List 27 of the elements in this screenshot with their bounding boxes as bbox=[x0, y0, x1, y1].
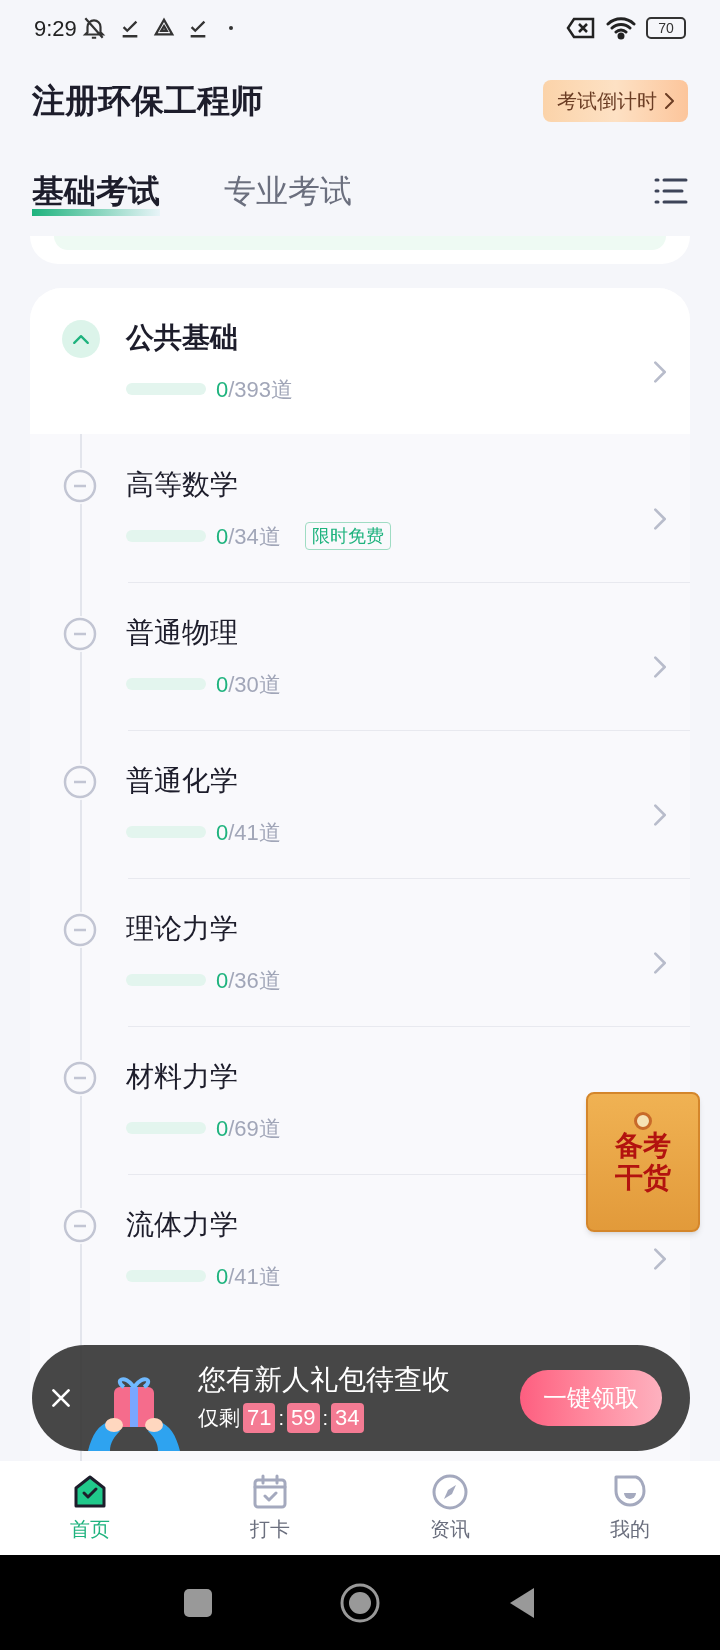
question-count: 0/36道 bbox=[216, 966, 281, 995]
question-count: 0/41道 bbox=[216, 818, 281, 847]
promo-title: 您有新人礼包待查收 bbox=[198, 1363, 451, 1398]
countdown-digit: 34 bbox=[331, 1403, 364, 1433]
envelope-label: 备考 bbox=[615, 1130, 671, 1162]
free-tag: 限时免费 bbox=[304, 522, 391, 550]
subject-title: 理论力学 bbox=[126, 911, 239, 946]
subject-title: 材料力学 bbox=[126, 1059, 239, 1094]
question-count: 0/34道 bbox=[216, 522, 281, 551]
subject-title: 流体力学 bbox=[126, 1207, 239, 1242]
question-count: 0/393道 bbox=[216, 375, 294, 404]
time-separator: : bbox=[278, 1406, 285, 1431]
time-separator: : bbox=[322, 1406, 329, 1431]
question-count: 0/69道 bbox=[216, 1114, 281, 1143]
status-time: 9:29 bbox=[34, 14, 77, 43]
countdown-digit: 59 bbox=[287, 1403, 320, 1433]
page-title: 注册环保工程师 bbox=[32, 81, 263, 122]
subject-title: 普通物理 bbox=[126, 615, 239, 650]
question-count: 0/41道 bbox=[216, 1262, 281, 1291]
countdown-digit: 71 bbox=[243, 1403, 276, 1433]
remaining-label: 仅剩 bbox=[198, 1405, 240, 1432]
question-count: 0/30道 bbox=[216, 670, 281, 699]
section-title: 公共基础 bbox=[126, 320, 239, 355]
envelope-label: 干货 bbox=[615, 1162, 671, 1194]
subject-title: 高等数学 bbox=[126, 467, 239, 502]
subject-title: 普通化学 bbox=[126, 763, 239, 798]
battery-indicator: 70 bbox=[646, 17, 686, 39]
